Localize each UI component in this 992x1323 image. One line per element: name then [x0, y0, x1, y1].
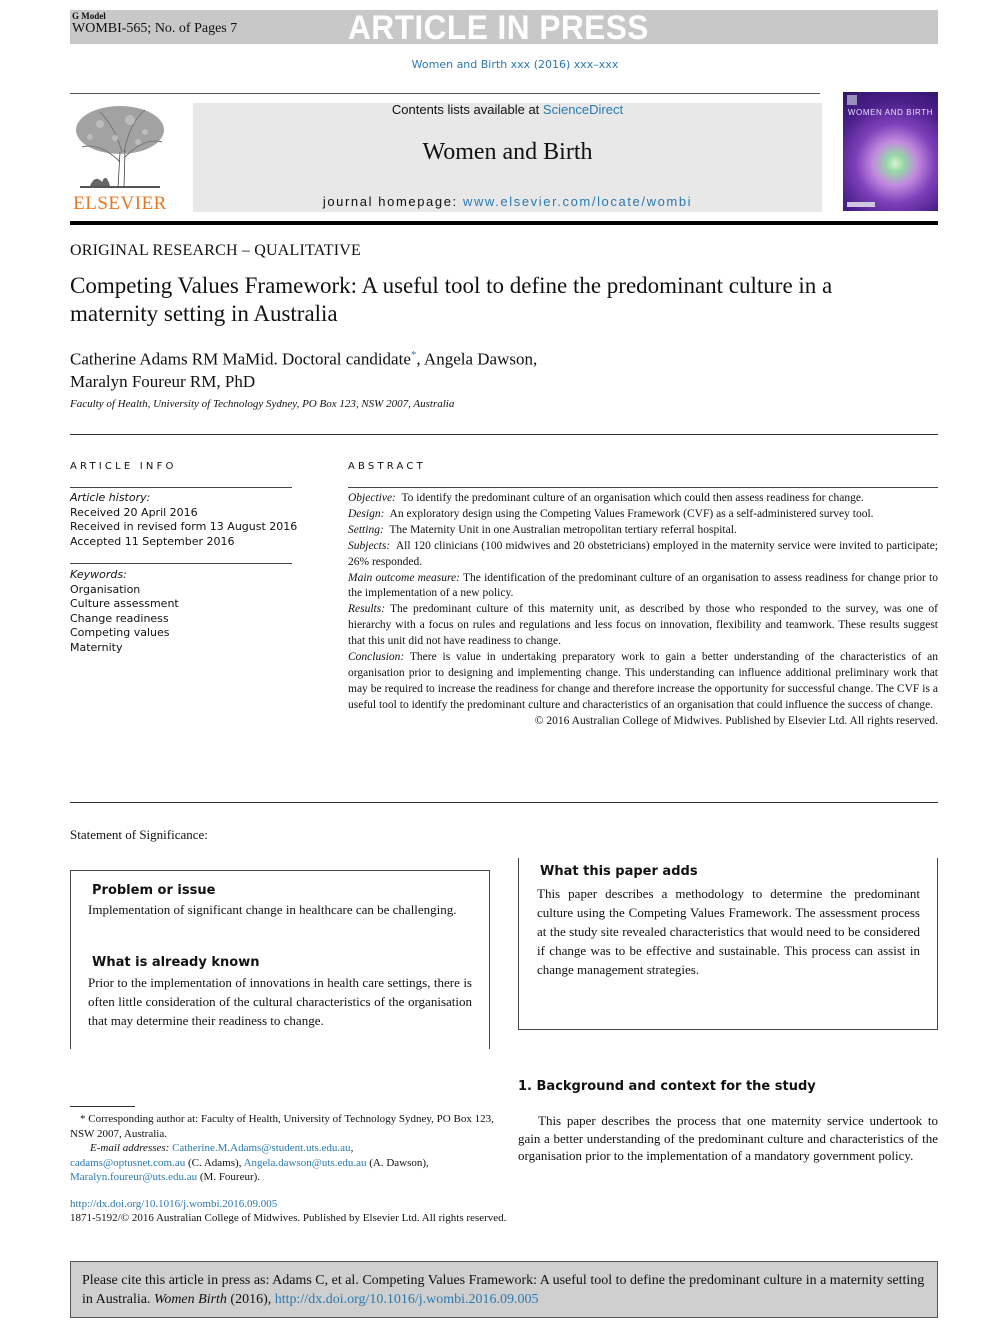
email-link[interactable]: Angela.dawson@uts.edu.au	[244, 1157, 367, 1169]
adds-text: This paper describes a methodology to de…	[537, 886, 920, 977]
abstract-text: There is value in undertaking preparator…	[348, 651, 938, 711]
doi-link[interactable]: http://dx.doi.org/10.1016/j.wombi.2016.0…	[70, 1198, 277, 1210]
abstract-rule	[348, 487, 938, 488]
problem-text: Implementation of significant change in …	[88, 902, 457, 917]
known-text: Prior to the implementation of innovatio…	[88, 975, 472, 1028]
journal-homepage-line: journal homepage: www.elsevier.com/locat…	[193, 194, 822, 209]
contents-available-line: Contents lists available at ScienceDirec…	[193, 102, 822, 117]
header-divider	[70, 434, 938, 435]
abstract-main-outcome: Main outcome measure: The identification…	[348, 571, 938, 603]
g-model-label: G Model	[72, 11, 106, 21]
journal-title: Women and Birth	[422, 139, 593, 165]
author-affiliation: Faculty of Health, University of Technol…	[70, 398, 455, 410]
abstract-design: Design: An exploratory design using the …	[348, 507, 938, 523]
author-foureur: Maralyn Foureur RM, PhD	[70, 371, 256, 391]
history-received: Received 20 April 2016	[70, 505, 198, 519]
known-heading: What is already known	[92, 955, 260, 970]
sciencedirect-link[interactable]: ScienceDirect	[543, 102, 623, 117]
footnote-emails: E-mail addresses: Catherine.M.Adams@stud…	[70, 1141, 495, 1185]
author-dawson: , Angela Dawson,	[416, 349, 538, 369]
citation-journal: Women Birth	[153, 1292, 227, 1307]
abstract-divider	[70, 802, 938, 803]
masthead-top-rule	[70, 93, 820, 94]
email-link[interactable]: Catherine.M.Adams@student.uts.edu.au	[172, 1142, 350, 1154]
abstract-copyright: © 2016 Australian College of Midwives. P…	[534, 714, 938, 727]
footnote-address: Corresponding author at: Faculty of Heal…	[70, 1113, 494, 1140]
footnote-star: *	[80, 1113, 86, 1125]
adds-heading: What this paper adds	[540, 864, 698, 879]
article-info-rule	[70, 487, 292, 488]
issn-copyright: 1871-5192/© 2016 Australian College of M…	[70, 1212, 507, 1224]
citation-doi-link[interactable]: http://dx.doi.org/10.1016/j.wombi.2016.0…	[275, 1292, 539, 1307]
author-adams: Catherine Adams RM MaMid. Doctoral candi…	[70, 349, 411, 369]
author-list: Catherine Adams RM MaMid. Doctoral candi…	[70, 344, 870, 393]
journal-reference-link[interactable]: Women and Birth xxx (2016) xxx–xxx	[0, 58, 992, 71]
abstract-setting: Setting: The Maternity Unit in one Austr…	[348, 523, 938, 539]
article-type-label: ORIGINAL RESEARCH – QUALITATIVE	[70, 242, 361, 259]
journal-cover-image[interactable]: WOMEN AND BIRTH	[843, 92, 938, 211]
problem-heading: Problem or issue	[92, 883, 216, 898]
keyword-item: Organisation	[70, 582, 141, 596]
abstract-body: Objective: To identify the predominant c…	[348, 491, 938, 730]
abstract-label: Main outcome measure:	[348, 571, 460, 584]
abstract-text: The Maternity Unit in one Australian met…	[389, 523, 737, 536]
keywords-list: Keywords: Organisation Culture assessmen…	[70, 568, 179, 655]
keyword-item: Competing values	[70, 626, 170, 639]
statement-of-significance-label: Statement of Significance:	[70, 827, 208, 842]
journal-homepage-link[interactable]: www.elsevier.com/locate/wombi	[463, 194, 692, 209]
abstract-text: The predominant culture of this maternit…	[348, 603, 939, 648]
keywords-rule	[70, 563, 292, 564]
history-label: Article history:	[70, 491, 151, 504]
section-1-paragraph: This paper describes the process that on…	[518, 1113, 938, 1164]
article-title: Competing Values Framework: A useful too…	[70, 273, 833, 326]
section-1-heading: 1. Background and context for the study	[518, 1079, 816, 1094]
email-link[interactable]: Maralyn.foureur@uts.edu.au	[70, 1171, 197, 1183]
abstract-label: Objective:	[348, 492, 396, 504]
abstract-objective: Objective: To identify the predominant c…	[348, 491, 938, 507]
cover-title: WOMEN AND BIRTH	[847, 108, 934, 117]
abstract-label: Design:	[348, 507, 385, 520]
history-accepted: Accepted 11 September 2016	[70, 534, 235, 548]
keyword-item: Culture assessment	[70, 597, 179, 610]
cover-footer-strip	[847, 202, 875, 207]
contents-prefix: Contents lists available at	[391, 102, 543, 117]
footnote-corresponding: * Corresponding author at: Faculty of He…	[70, 1112, 495, 1141]
corresponding-author-footnote: * Corresponding author at: Faculty of He…	[70, 1112, 495, 1185]
article-info-heading: ARTICLE INFO	[70, 461, 177, 472]
article-history: Article history: Received 20 April 2016 …	[70, 491, 297, 549]
abstract-conclusion: Conclusion: There is value in undertakin…	[348, 650, 938, 714]
email-suffix: (A. Dawson),	[366, 1156, 429, 1169]
homepage-prefix: journal homepage:	[322, 194, 463, 209]
abstract-subjects: Subjects: All 120 clinicians (100 midwiv…	[348, 539, 938, 571]
abstract-text: All 120 clinicians (100 midwives and 20 …	[348, 539, 938, 568]
abstract-label: Results:	[348, 603, 386, 616]
footnote-rule	[70, 1106, 135, 1107]
email-suffix: (C. Adams),	[185, 1156, 242, 1169]
masthead-bottom-rule	[70, 221, 938, 225]
keyword-item: Change readiness	[70, 611, 169, 625]
keyword-item: Maternity	[70, 640, 123, 654]
history-revised: Received in revised form 13 August 2016	[70, 520, 298, 533]
keywords-label: Keywords:	[70, 568, 127, 581]
email-suffix: ,	[350, 1142, 354, 1154]
article-in-press-label: ARTICLE IN PRESS	[348, 9, 649, 47]
abstract-text: An exploratory design using the Competin…	[389, 507, 874, 520]
citation-year: (2016),	[226, 1292, 275, 1307]
abstract-label: Setting:	[348, 523, 384, 536]
email-link[interactable]: cadams@optusnet.com.au	[70, 1157, 185, 1169]
citation-text: Please cite this article in press as: Ad…	[82, 1271, 930, 1309]
abstract-results: Results: The predominant culture of this…	[348, 602, 938, 650]
manuscript-id: WOMBI-565; No. of Pages 7	[72, 21, 238, 36]
cover-publisher-icon	[847, 95, 857, 105]
email-suffix: (M. Foureur).	[197, 1171, 261, 1183]
abstract-text: To identify the predominant culture of a…	[401, 492, 864, 504]
abstract-label: Conclusion:	[348, 651, 405, 664]
elsevier-wordmark: ELSEVIER	[73, 193, 167, 214]
email-label: E-mail addresses:	[90, 1142, 170, 1154]
abstract-heading: ABSTRACT	[348, 461, 426, 472]
abstract-label: Subjects:	[348, 539, 391, 552]
